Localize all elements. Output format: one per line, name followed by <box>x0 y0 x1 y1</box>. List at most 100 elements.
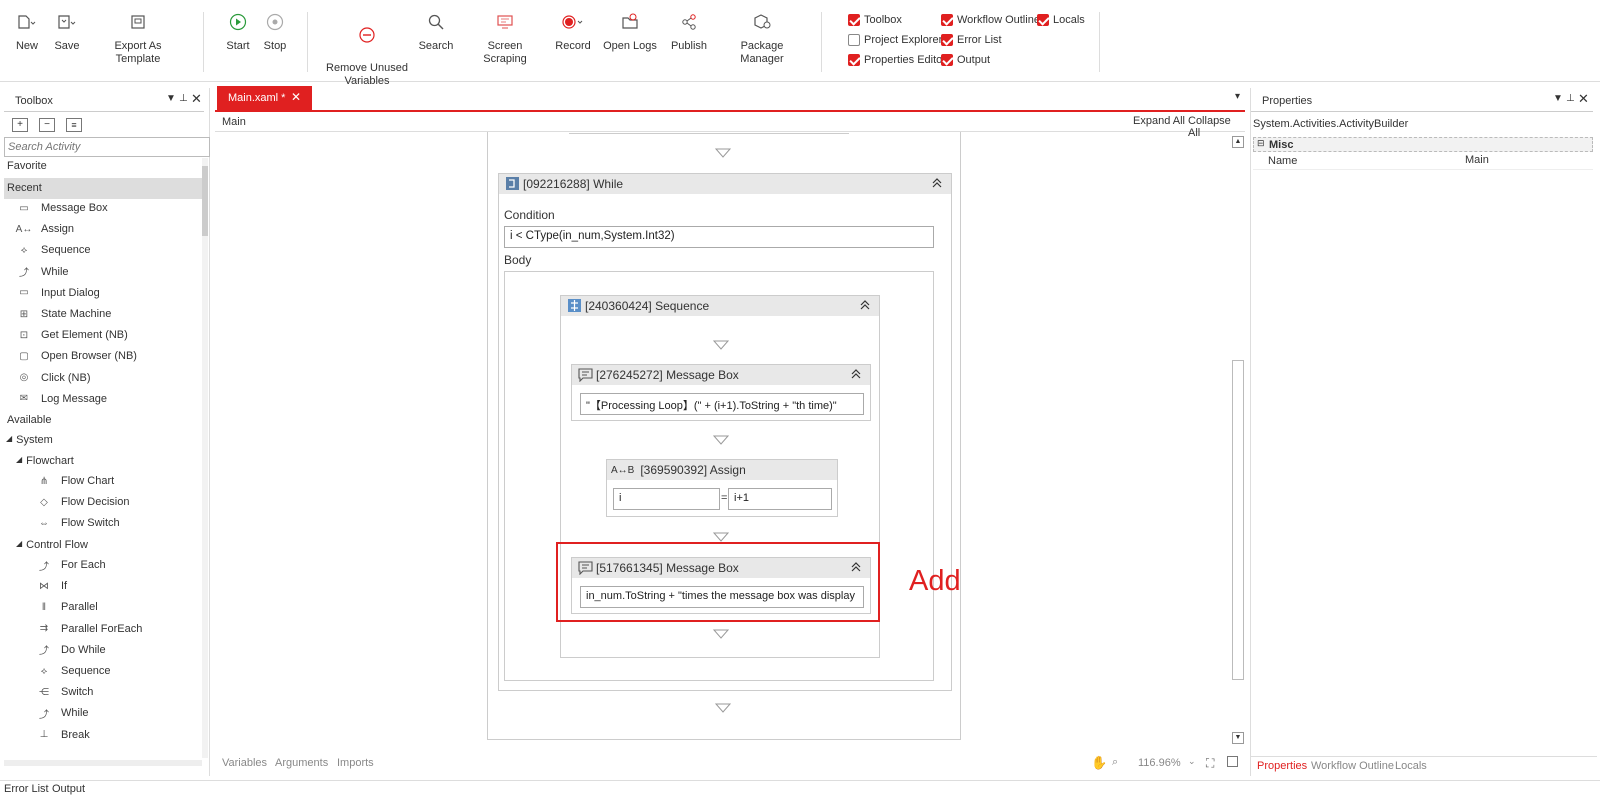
toolbox-item[interactable]: ◇ Flow Decision <box>37 492 129 512</box>
close-tab-icon[interactable]: ✕ <box>291 90 301 104</box>
toolbox-item[interactable]: A↔ Assign <box>16 219 74 239</box>
package-manager-button[interactable]: Package Manager <box>720 10 804 66</box>
toolbox-item[interactable]: ⊞ State Machine <box>17 304 112 324</box>
misc-category[interactable]: ⊟ Misc <box>1253 137 1593 152</box>
property-row-name[interactable]: Name Main <box>1253 153 1593 170</box>
dropdown-icon[interactable]: ▼ <box>1553 93 1563 104</box>
favorite-section[interactable]: Favorite <box>7 160 47 172</box>
toolbox-item[interactable]: ✉ Log Message <box>17 389 107 409</box>
dropdown-icon[interactable]: ▼ <box>166 93 176 104</box>
properties-editor-checkbox[interactable]: Properties Editor <box>848 54 946 66</box>
search-activity-input[interactable] <box>4 137 210 157</box>
publish-button[interactable]: Publish <box>668 10 710 53</box>
condition-field[interactable]: i < CType(in_num,System.Int32) <box>504 226 934 248</box>
toolbox-item[interactable]: ⟡ Sequence <box>17 240 91 260</box>
assign-title: [369590392] Assign <box>640 463 746 477</box>
toolbox-item[interactable]: ▢ Open Browser (NB) <box>17 346 137 366</box>
recent-section[interactable]: Recent <box>4 178 202 199</box>
output-tab[interactable]: Output <box>52 783 85 795</box>
workflow-outline-checkbox[interactable]: Workflow Outline <box>941 14 1040 26</box>
toolbox-item[interactable]: ⤴ Do While <box>37 640 106 660</box>
collapse-icon[interactable] <box>931 177 943 189</box>
flowchart-tree-node[interactable]: ◢ Flowchart <box>16 455 74 467</box>
toolbox-item[interactable]: ⤴ While <box>17 262 69 282</box>
imports-tab[interactable]: Imports <box>337 757 374 769</box>
locals-tab[interactable]: Locals <box>1395 760 1427 772</box>
search-button[interactable]: Search <box>418 10 454 53</box>
tab-list-dropdown-icon[interactable]: ▾ <box>1235 91 1240 102</box>
toolbox-item[interactable]: ⋔ Flow Chart <box>37 471 114 491</box>
toolbox-scrollbar[interactable] <box>202 158 208 758</box>
toolbox-item[interactable]: ⋲ Switch <box>37 682 93 702</box>
stop-button[interactable]: Stop <box>260 10 290 53</box>
variables-tab[interactable]: Variables <box>222 757 267 769</box>
toolbox-item[interactable]: ⊡ Get Element (NB) <box>17 325 128 345</box>
close-icon[interactable]: ✕ <box>1578 91 1589 107</box>
list-view-icon[interactable]: ≡ <box>66 118 82 132</box>
assign-header: A↔B [369590392] Assign <box>607 460 837 480</box>
message-text-field[interactable]: "【Processing Loop】(" + (i+1).ToString + … <box>580 393 864 415</box>
toolbox-item[interactable]: ⤴ For Each <box>37 555 106 575</box>
hand-pan-icon[interactable]: ✋ <box>1091 755 1107 771</box>
toolbox-item[interactable]: ‖ Parallel <box>37 597 98 617</box>
output-checkbox[interactable]: Output <box>941 54 990 66</box>
tab-main-xaml[interactable]: Main.xaml * ✕ <box>217 86 312 110</box>
screen-scraping-icon <box>466 10 544 34</box>
assign-to-field[interactable]: i <box>613 488 720 510</box>
toolbox-hscrollbar[interactable] <box>4 760 202 766</box>
while-activity[interactable]: [092216288] While Condition i < CType(in… <box>498 173 961 691</box>
system-tree-node[interactable]: ◢ System <box>6 434 53 446</box>
toolbox-checkbox[interactable]: Toolbox <box>848 14 902 26</box>
toolbox-item[interactable]: ▭ Input Dialog <box>17 283 99 303</box>
error-list-tab[interactable]: Error List <box>4 783 49 795</box>
locals-checkbox[interactable]: Locals <box>1037 14 1085 26</box>
record-button[interactable]: Record <box>554 10 592 53</box>
collapse-all-icon[interactable]: − <box>39 118 55 132</box>
scrollbar-thumb[interactable] <box>1232 360 1244 680</box>
close-icon[interactable]: ✕ <box>191 91 202 107</box>
open-logs-button[interactable]: Open Logs <box>603 10 657 53</box>
zoom-icon[interactable]: ⌕ <box>1112 756 1118 769</box>
collapse-icon[interactable] <box>850 368 862 380</box>
toolbox-item[interactable]: ⋈ If <box>37 576 67 596</box>
fit-to-screen-icon[interactable]: ⛶ <box>1206 756 1214 771</box>
assign-activity[interactable]: A↔B [369590392] Assign i = i+1 <box>606 459 838 517</box>
toolbox-item[interactable]: ⇔ Flow Switch <box>37 513 120 533</box>
message-box-activity-1[interactable]: [276245272] Message Box "【Processing Loo… <box>571 364 871 421</box>
screen-scraping-button[interactable]: Screen Scraping <box>466 10 544 66</box>
breadcrumb[interactable]: Main <box>222 116 246 128</box>
start-button[interactable]: Start <box>222 10 254 53</box>
designer-scrollbar[interactable]: ▲ ▼ <box>1232 136 1244 744</box>
error-list-checkbox[interactable]: Error List <box>941 34 1002 46</box>
properties-tab[interactable]: Properties <box>1257 760 1307 772</box>
zoom-dropdown-icon[interactable]: ⌄ <box>1188 756 1196 767</box>
overview-map-icon[interactable] <box>1227 756 1238 767</box>
expand-all-button[interactable]: Expand All <box>1133 115 1185 127</box>
pin-icon[interactable]: ⊥ <box>1566 93 1575 104</box>
name-property-value[interactable]: Main <box>1465 154 1489 166</box>
toolbox-item[interactable]: ◎ Click (NB) <box>17 368 91 388</box>
toolbox-item[interactable]: ▭ Message Box <box>17 198 107 218</box>
export-template-button[interactable]: Export As Template <box>94 10 182 66</box>
save-button[interactable]: Save <box>52 10 82 53</box>
expand-all-icon[interactable]: + <box>12 118 28 132</box>
toolbox-item[interactable]: ⇉ Parallel ForEach <box>37 619 143 639</box>
scrollbar-thumb[interactable] <box>202 166 208 236</box>
available-section[interactable]: Available <box>7 414 51 426</box>
toolbox-item[interactable]: ⟡ Sequence <box>37 661 111 681</box>
new-button[interactable]: New <box>12 10 42 53</box>
collapse-category-icon[interactable]: ⊟ <box>1257 138 1265 149</box>
zoom-level[interactable]: 116.96% <box>1138 757 1181 769</box>
workflow-outline-tab[interactable]: Workflow Outline <box>1311 760 1394 772</box>
assign-value-field[interactable]: i+1 <box>728 488 832 510</box>
scroll-down-icon[interactable]: ▼ <box>1232 732 1244 744</box>
pin-icon[interactable]: ⊥ <box>179 93 188 104</box>
flow-chart-icon: ⋔ <box>39 475 49 487</box>
toolbox-item[interactable]: ⊥ Break <box>37 725 90 745</box>
collapse-icon[interactable] <box>859 299 871 311</box>
toolbox-item[interactable]: ⤴ While <box>37 703 89 723</box>
scroll-up-icon[interactable]: ▲ <box>1232 136 1244 148</box>
project-explorer-checkbox[interactable]: Project Explorer <box>848 34 942 46</box>
arguments-tab[interactable]: Arguments <box>275 757 328 769</box>
control-flow-tree-node[interactable]: ◢ Control Flow <box>16 539 88 551</box>
